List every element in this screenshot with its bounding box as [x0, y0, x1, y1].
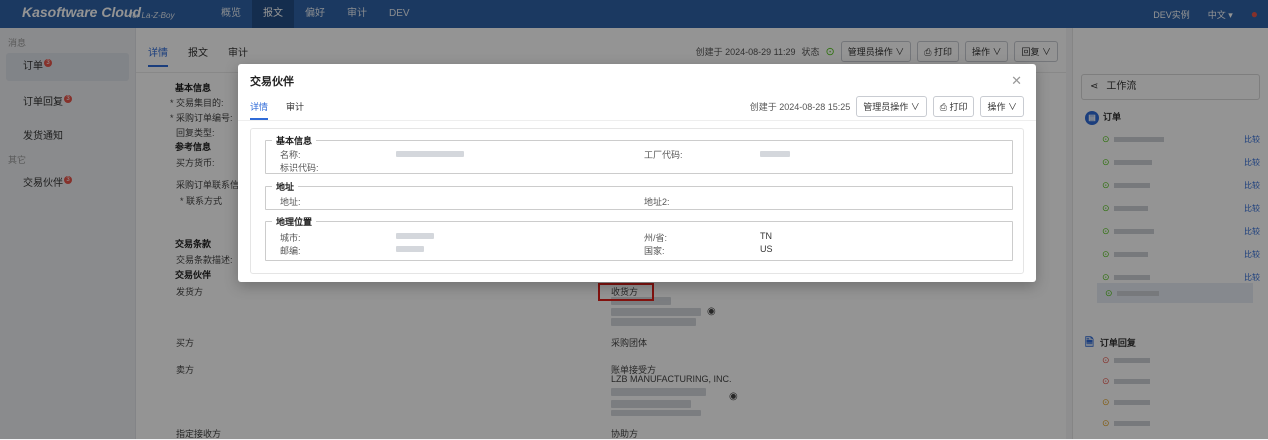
fieldset-address: 地址 地址: 地址2: — [265, 180, 1013, 210]
modal-toolbar: 创建于 2024-08-28 15:25 管理员操作 ∨ ⎙ 打印 操作 ∨ — [750, 96, 1024, 117]
redacted-text — [396, 246, 424, 252]
trading-partner-modal: 交易伙伴 ✕ 详情 审计 创建于 2024-08-28 15:25 管理员操作 … — [238, 64, 1036, 282]
print-icon: ⎙ — [939, 102, 950, 112]
fieldset-geo: 地理位置 城市: 州/省: TN 邮编: 国家: US — [265, 215, 1013, 261]
print-button[interactable]: ⎙ 打印 — [932, 96, 975, 117]
field-country-label: 国家: — [644, 246, 665, 256]
fieldset-basic-info: 基本信息 名称: 工厂代码: 标识代码: — [265, 134, 1013, 174]
fieldset-legend: 地理位置 — [272, 215, 317, 228]
close-icon[interactable]: ✕ — [1011, 73, 1022, 89]
field-factory-code-label: 工厂代码: — [644, 150, 683, 160]
field-city-label: 城市: — [280, 233, 301, 243]
modal-card: 基本信息 名称: 工厂代码: 标识代码: 地址 地址: 地址2: 地理位置 城市… — [250, 128, 1024, 274]
admin-actions-button[interactable]: 管理员操作 ∨ — [856, 96, 927, 117]
tab-details[interactable]: 详情 — [250, 100, 269, 120]
field-state-label: 州/省: — [644, 233, 668, 243]
field-state-value: TN — [760, 231, 772, 241]
field-name-label: 名称: — [280, 150, 301, 160]
field-address-label: 地址: — [280, 197, 301, 207]
redacted-text — [396, 233, 434, 239]
field-address2-label: 地址2: — [644, 197, 670, 207]
divider — [238, 120, 1036, 121]
fieldset-legend: 基本信息 — [272, 134, 317, 147]
field-id-code-label: 标识代码: — [280, 163, 319, 173]
actions-button[interactable]: 操作 ∨ — [980, 96, 1024, 117]
field-country-value: US — [760, 244, 773, 254]
modal-tabs: 详情 审计 — [250, 100, 304, 120]
modal-title: 交易伙伴 — [250, 76, 294, 88]
fieldset-legend: 地址 — [272, 180, 299, 193]
redacted-text — [396, 151, 464, 157]
tab-audit[interactable]: 审计 — [286, 100, 304, 120]
created-timestamp: 创建于 2024-08-28 15:25 — [749, 102, 851, 112]
redacted-text — [760, 151, 790, 157]
field-zip-label: 邮编: — [280, 246, 301, 256]
print-button-label: 打印 — [949, 102, 968, 112]
